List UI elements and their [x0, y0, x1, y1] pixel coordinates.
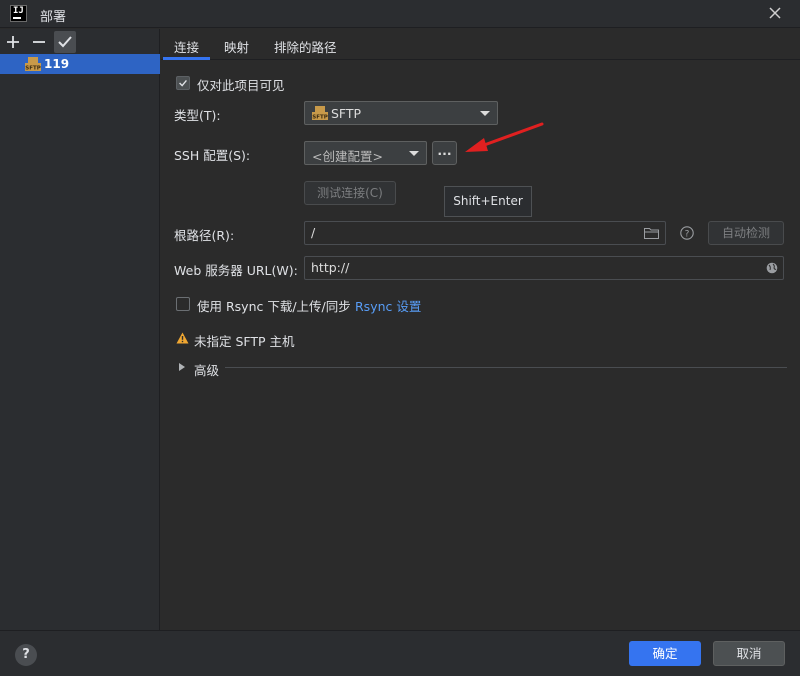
ssh-config-select[interactable]: <创建配置> [304, 141, 427, 165]
close-icon[interactable] [768, 6, 782, 20]
title-bar: IJ 部署 [0, 0, 800, 28]
check-icon[interactable] [54, 31, 76, 53]
plus-icon[interactable] [2, 31, 24, 53]
rsync-settings-link[interactable]: Rsync 设置 [355, 296, 421, 315]
svg-text:SFTP: SFTP [312, 115, 328, 121]
ssh-config-label: SSH 配置(S): [174, 148, 251, 163]
chevron-down-icon [409, 151, 419, 156]
server-list-pane: SFTP 119 [0, 29, 160, 630]
warning-text: 未指定 SFTP 主机 [194, 334, 295, 349]
root-path-label: 根路径(R): [174, 228, 235, 243]
cancel-button[interactable]: 取消 [713, 641, 785, 666]
autodetect-button[interactable]: 自动检测 [708, 221, 784, 245]
sftp-icon: SFTP [312, 106, 328, 120]
warning-icon [176, 332, 189, 344]
chevron-down-icon [480, 111, 490, 116]
tree-item-119[interactable]: SFTP 119 [0, 54, 160, 74]
folder-icon[interactable] [644, 227, 659, 239]
root-path-input[interactable]: / [304, 221, 666, 245]
globe-icon[interactable] [766, 262, 778, 274]
root-path-value: / [311, 225, 316, 240]
help-icon[interactable]: ? [680, 226, 694, 240]
type-label: 类型(T): [174, 108, 221, 123]
chevron-right-icon[interactable] [178, 362, 186, 372]
sftp-icon: SFTP [25, 57, 41, 71]
visible-only-label: 仅对此项目可见 [197, 78, 285, 93]
visible-only-checkbox[interactable] [176, 76, 190, 90]
divider [225, 367, 787, 368]
tree-item-label: 119 [44, 57, 70, 71]
advanced-section-toggle[interactable]: 高级 [194, 360, 219, 379]
ok-button[interactable]: 确定 [629, 641, 701, 666]
help-button[interactable]: ? [15, 644, 37, 666]
active-tab-indicator [163, 57, 210, 60]
tab-excluded-paths[interactable]: 排除的路径 [274, 37, 337, 56]
ssh-config-placeholder: <创建配置> [312, 149, 383, 164]
svg-text:SFTP: SFTP [25, 66, 41, 72]
web-url-input[interactable]: http:// [304, 256, 784, 280]
annotation-arrow-icon [465, 122, 544, 152]
ssh-config-more-button[interactable]: ... [432, 141, 457, 165]
web-url-value: http:// [311, 260, 350, 275]
dialog-footer: ? 确定 取消 [0, 630, 800, 676]
tooltip: Shift+Enter [444, 186, 532, 217]
window-title: 部署 [40, 10, 67, 25]
minus-icon[interactable] [28, 31, 50, 53]
svg-text:?: ? [685, 230, 690, 240]
rsync-label: 使用 Rsync 下载/上传/同步 [197, 299, 351, 314]
intellij-logo-icon: IJ [10, 5, 27, 22]
tab-connection[interactable]: 连接 [174, 37, 199, 56]
rsync-checkbox[interactable] [176, 297, 190, 311]
tab-mappings[interactable]: 映射 [224, 37, 249, 56]
test-connection-button[interactable]: 测试连接(C) [304, 181, 396, 205]
web-url-label: Web 服务器 URL(W): [174, 263, 298, 278]
tab-bar: 连接 映射 排除的路径 [161, 29, 800, 60]
type-value: SFTP [331, 106, 362, 121]
